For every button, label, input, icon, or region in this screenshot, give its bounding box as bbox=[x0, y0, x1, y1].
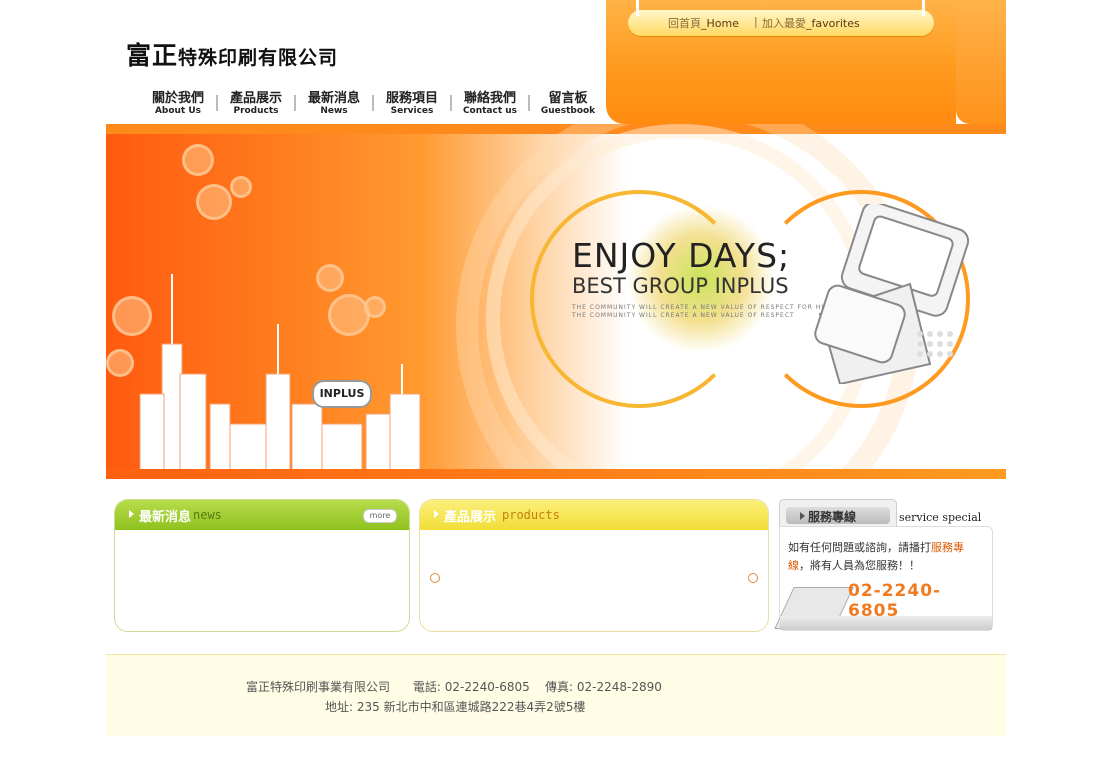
nav-about-us[interactable]: 關於我們 About Us bbox=[140, 91, 216, 119]
carousel-next-icon[interactable] bbox=[748, 573, 758, 583]
nav-services[interactable]: 服務項目 Services bbox=[374, 91, 450, 119]
header-orange-edge-fill bbox=[956, 0, 1006, 124]
nav-guestbook[interactable]: 留言板 Guestbook bbox=[530, 91, 606, 119]
products-box-header: 產品展示 products bbox=[420, 500, 768, 530]
nav-label-en: Contact us bbox=[462, 106, 518, 116]
nav-label-zh: 聯絡我們 bbox=[463, 91, 516, 106]
nav-news[interactable]: 最新消息 News bbox=[296, 91, 372, 119]
nav-products[interactable]: 產品展示 Products bbox=[218, 91, 294, 119]
favorites-link-zh: 加入最愛 bbox=[762, 17, 806, 30]
logo-small-text: 特殊印刷有限公司 bbox=[178, 47, 339, 69]
products-box-title: 產品展示 bbox=[444, 510, 497, 525]
bubble-decoration bbox=[182, 144, 214, 176]
favorites-link[interactable]: 加入最愛_favorites bbox=[762, 15, 860, 31]
mobile-phone-illustration bbox=[814, 204, 970, 384]
service-bottom-bar bbox=[780, 616, 992, 630]
banner-bottom-strip bbox=[106, 469, 1006, 479]
inplus-sign: INPLUS bbox=[312, 380, 372, 408]
bubble-decoration bbox=[196, 184, 232, 220]
header: 富正特殊印刷有限公司 關於我們 About Us 產品展示 Products 最… bbox=[106, 0, 606, 124]
company-logo[interactable]: 富正特殊印刷有限公司 bbox=[126, 36, 338, 72]
service-box-body: 如有任何問題或諮詢，請播打服務專線，將有人員為您服務！！ 02-2240-680… bbox=[774, 526, 993, 631]
nav-label-en: Services bbox=[390, 106, 434, 116]
arrow-right-icon bbox=[800, 512, 805, 520]
favorites-link-en: _favorites bbox=[806, 17, 860, 30]
banner-headline: ENJOY DAYS; bbox=[572, 236, 791, 275]
footer-company-contact: 富正特殊印刷事業有限公司 電話: 02-2240-6805 傳真: 02-224… bbox=[246, 680, 662, 694]
news-box-title: 最新消息 bbox=[139, 510, 192, 525]
service-hotline-box: 服務專線 service special Line 如有任何問題或諮詢，請播打服… bbox=[774, 499, 993, 631]
nav-label-zh: 留言板 bbox=[548, 91, 588, 106]
service-box-title: 服務專線 bbox=[808, 510, 857, 524]
news-more-button[interactable]: more bbox=[363, 509, 397, 523]
hero-banner: INPLUS ENJOY DAYS; BEST GROUP INPLUS THE… bbox=[106, 124, 1006, 479]
logo-big-text: 富正 bbox=[126, 41, 179, 70]
nav-contact-us[interactable]: 聯絡我們 Contact us bbox=[452, 91, 528, 119]
footer-address: 地址: 235 新北市中和區連城路222巷4弄2號5樓 bbox=[325, 700, 586, 714]
nav-label-en: News bbox=[320, 106, 348, 116]
home-link-zh: 回首頁 bbox=[668, 17, 701, 30]
nav-label-zh: 產品展示 bbox=[229, 91, 282, 106]
service-phone-number[interactable]: 02-2240-6805 bbox=[848, 581, 992, 621]
news-box-title-en: news bbox=[193, 508, 222, 522]
page: 富正特殊印刷有限公司 關於我們 About Us 產品展示 Products 最… bbox=[106, 0, 1006, 760]
products-box-title-en: products bbox=[502, 508, 560, 522]
carousel-prev-icon[interactable] bbox=[430, 573, 440, 583]
nav-label-en: Products bbox=[233, 106, 279, 116]
top-utility-nav: 回首頁_Home | 加入最愛_favorites bbox=[628, 0, 934, 36]
banner-subheadline: BEST GROUP INPLUS bbox=[572, 274, 789, 298]
footer: 富正特殊印刷事業有限公司 電話: 02-2240-6805 傳真: 02-224… bbox=[106, 654, 1006, 736]
products-box: 產品展示 products bbox=[419, 499, 769, 632]
service-text-before: 如有任何問題或諮詢，請播打 bbox=[788, 541, 931, 554]
nav-label-en: Guestbook bbox=[540, 106, 596, 116]
bubble-decoration bbox=[230, 176, 252, 198]
arrow-right-icon bbox=[434, 510, 439, 518]
nav-label-en: About Us bbox=[154, 106, 202, 116]
news-box: 最新消息 news more bbox=[114, 499, 410, 632]
service-description: 如有任何問題或諮詢，請播打服務專線，將有人員為您服務！！ bbox=[788, 539, 984, 575]
top-nav-separator: | bbox=[754, 15, 758, 28]
arrow-right-icon bbox=[129, 510, 134, 518]
nav-label-zh: 最新消息 bbox=[307, 91, 360, 106]
nav-label-zh: 服務項目 bbox=[385, 91, 438, 106]
bubble-decoration bbox=[106, 349, 134, 377]
home-link-en: _Home bbox=[701, 17, 739, 30]
pin-decoration bbox=[636, 0, 639, 16]
service-text-after: ，將有人員為您服務！！ bbox=[799, 559, 920, 572]
news-box-header: 最新消息 news more bbox=[115, 500, 409, 530]
home-link[interactable]: 回首頁_Home bbox=[668, 15, 739, 31]
header-orange-edge bbox=[956, 0, 1006, 124]
pin-decoration bbox=[922, 0, 925, 16]
banner-ring-left bbox=[530, 190, 748, 408]
banner-tagline: THE COMMUNITY WILL CREATE A NEW VALUE OF… bbox=[572, 312, 795, 319]
banner-top-strip bbox=[106, 124, 1006, 134]
main-nav: 關於我們 About Us 產品展示 Products 最新消息 News 服務… bbox=[140, 91, 606, 119]
service-box-tab: 服務專線 bbox=[779, 499, 897, 528]
nav-label-zh: 關於我們 bbox=[151, 91, 204, 106]
city-skyline-illustration bbox=[139, 274, 421, 474]
